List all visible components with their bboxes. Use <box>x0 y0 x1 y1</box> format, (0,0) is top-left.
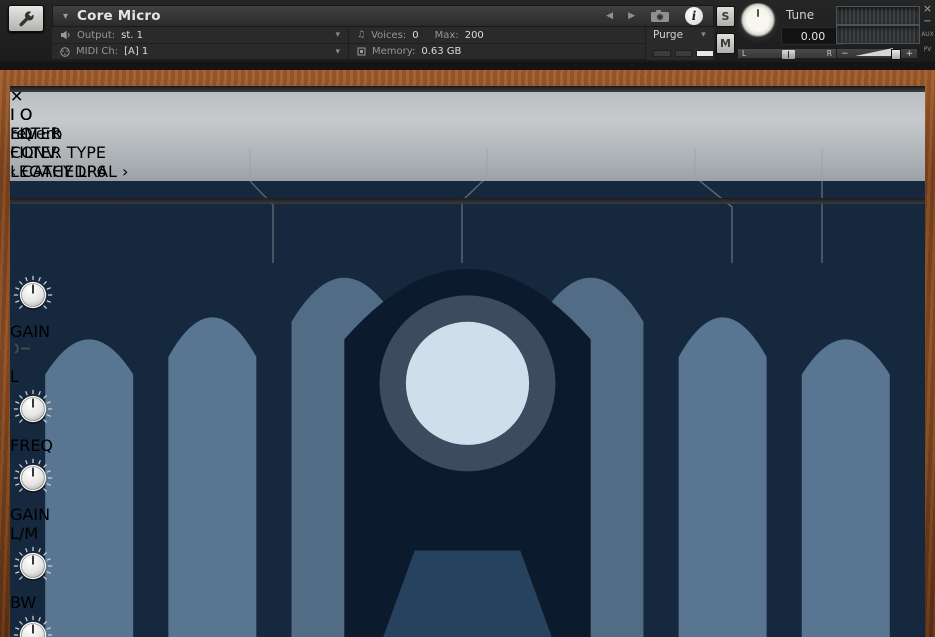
output-row[interactable]: Output: st. 1 ▾ <box>52 27 348 44</box>
low-shelf-button[interactable] <box>10 341 46 367</box>
eq-band-separators <box>10 143 925 268</box>
low-gain-knob[interactable] <box>10 272 925 322</box>
info-button[interactable]: i <box>685 7 703 25</box>
power-on-mark: I <box>10 105 15 124</box>
header-edge-controls: × − AUX PV <box>920 0 935 62</box>
eq-module-name: EQ <box>10 124 32 143</box>
effects-rack: × I O FILTER FILTER TYPE LEGACY LP6 FREQ… <box>10 86 925 625</box>
eq-module: × I O EQ GAIN <box>10 86 925 637</box>
eq-left-rail: × <box>10 86 925 105</box>
purge-menu[interactable]: Purge ▾ <box>653 29 714 41</box>
level-meter-right <box>836 25 920 44</box>
kontakt-instrument: ▾ Core Micro ◀ ▶ i Output: st. 1 ▾ <box>0 0 935 637</box>
eq-lowmid-bw-control: BW <box>10 543 925 612</box>
purge-section: Purge ▾ <box>645 27 714 60</box>
level-meter-left <box>836 6 920 25</box>
title-collapse-caret[interactable]: ▾ <box>63 11 68 22</box>
midi-value: [A] 1 <box>124 46 148 57</box>
midi-icon <box>60 47 70 57</box>
wrench-icon <box>16 10 36 28</box>
lowmid-gain-label: GAIN <box>10 505 925 524</box>
output-icon <box>60 30 71 40</box>
volume-slider[interactable]: − + <box>836 48 918 59</box>
volume-minus-label: − <box>841 49 849 59</box>
aux-label[interactable]: AUX <box>920 31 935 38</box>
memory-icon <box>357 47 366 56</box>
tune-knob[interactable] <box>737 3 779 45</box>
solo-button[interactable]: S <box>716 6 735 27</box>
next-instrument-arrow[interactable]: ▶ <box>628 11 635 21</box>
minimize-button[interactable]: − <box>920 16 935 27</box>
screw-icon: × <box>10 86 23 105</box>
eq-band-lm-label: L/M <box>10 524 38 543</box>
output-dropdown-caret[interactable]: ▾ <box>335 30 340 40</box>
eq-low-gain-control: GAIN <box>10 272 925 341</box>
memory-value: 0.63 GB <box>421 46 461 57</box>
purge-led <box>675 50 693 57</box>
remove-instrument-button[interactable]: × <box>920 2 935 15</box>
purge-caret: ▾ <box>701 30 706 40</box>
lowmid-freq-knob[interactable] <box>10 612 925 637</box>
pv-label[interactable]: PV <box>920 46 935 53</box>
instrument-header: ▾ Core Micro ◀ ▶ i Output: st. 1 ▾ <box>0 0 935 62</box>
power-rocker: I O <box>10 105 925 124</box>
volume-wedge <box>855 48 893 56</box>
pan-slider[interactable]: L R <box>737 48 837 59</box>
lowmid-gain-knob[interactable] <box>10 455 925 505</box>
instrument-titlebar[interactable]: ▾ Core Micro ◀ ▶ i <box>52 5 714 27</box>
purge-leds <box>653 50 714 57</box>
pan-left-label: L <box>742 49 746 58</box>
power-off-mark: O <box>20 105 33 124</box>
volume-thumb[interactable] <box>891 49 901 60</box>
output-value: st. 1 <box>121 30 143 41</box>
prev-instrument-arrow[interactable]: ◀ <box>606 11 613 21</box>
voices-value: 0 <box>412 30 418 41</box>
eq-lowmid-freq-control: FREQ <box>10 612 925 637</box>
edit-mode-button[interactable] <box>8 5 44 32</box>
volume-plus-label: + <box>905 49 913 59</box>
midi-label: MIDI Ch: <box>76 46 118 57</box>
max-voices-label: Max: <box>435 30 459 41</box>
mute-button[interactable]: M <box>716 33 735 54</box>
midi-row[interactable]: MIDI Ch: [A] 1 ▾ <box>52 44 348 60</box>
voices-icon: ♫ <box>357 30 365 40</box>
output-label: Output: <box>77 30 115 41</box>
eq-lowmid-gain-control: GAIN <box>10 455 925 524</box>
purge-label: Purge <box>653 29 683 41</box>
max-voices-value: 200 <box>465 30 484 41</box>
midi-dropdown-caret[interactable]: ▾ <box>335 47 340 57</box>
low-freq-knob[interactable] <box>10 386 925 436</box>
low-freq-label: FREQ <box>10 436 925 455</box>
pan-thumb[interactable] <box>782 50 795 59</box>
purge-led-lit <box>696 50 714 57</box>
snapshot-camera-icon[interactable] <box>650 9 670 23</box>
pan-right-label: R <box>827 49 832 58</box>
lowmid-bw-label: BW <box>10 593 925 612</box>
voices-label: Voices: <box>371 30 406 41</box>
eq-low-freq-control: FREQ <box>10 386 925 455</box>
purge-led <box>653 50 671 57</box>
lowmid-bw-knob[interactable] <box>10 543 925 593</box>
low-gain-label: GAIN <box>10 322 925 341</box>
eq-band-l-label: L <box>10 367 19 386</box>
shelf-curve-icon <box>10 341 34 356</box>
memory-row: Memory: 0.63 GB <box>348 44 645 60</box>
eq-power-switch[interactable]: I O <box>10 105 925 124</box>
voices-row: ♫ Voices: 0 Max: 200 <box>348 27 645 44</box>
rack-wood-frame: × I O FILTER FILTER TYPE LEGACY LP6 FREQ… <box>0 70 935 637</box>
memory-label: Memory: <box>372 46 415 57</box>
instrument-title: Core Micro <box>77 8 161 24</box>
tune-label: Tune <box>786 8 814 22</box>
